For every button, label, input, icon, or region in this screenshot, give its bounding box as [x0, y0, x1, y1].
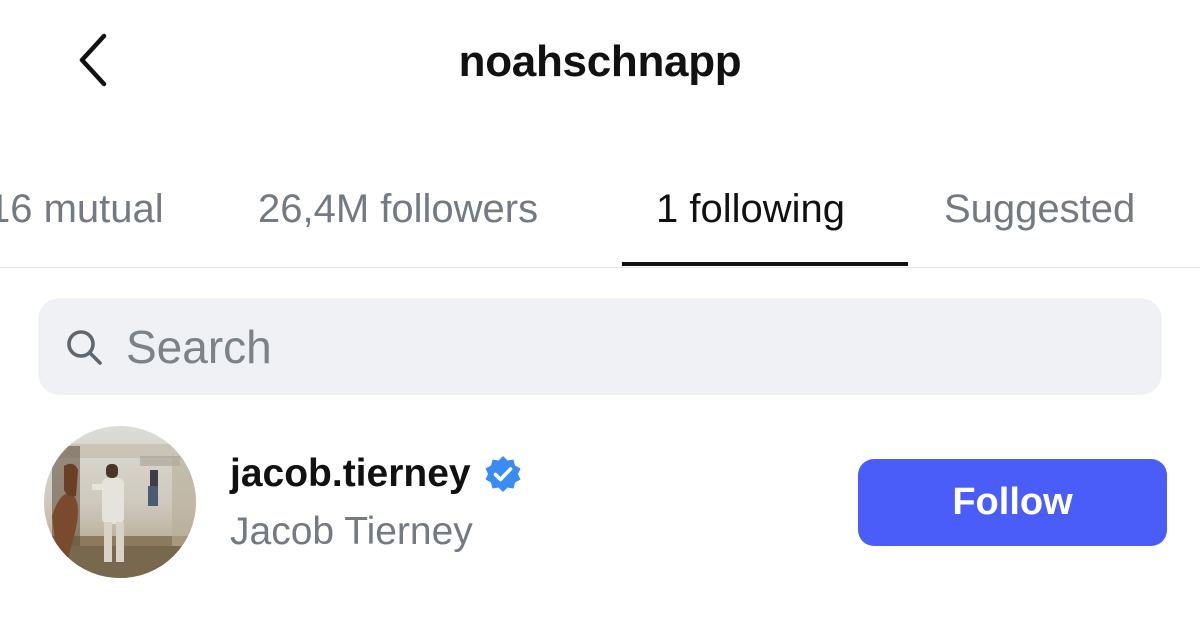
follow-button[interactable]: Follow — [858, 459, 1167, 546]
search-input[interactable] — [126, 319, 1026, 374]
username-line: jacob.tierney — [230, 450, 523, 498]
tab-mutual[interactable]: 16 mutual — [0, 182, 164, 236]
username[interactable]: jacob.tierney — [230, 450, 471, 498]
tab-following[interactable]: 1 following — [656, 182, 845, 236]
verified-badge-icon — [483, 454, 523, 494]
tab-followers[interactable]: 26,4M followers — [258, 182, 538, 236]
tab-suggested[interactable]: Suggested — [944, 182, 1135, 236]
list-item[interactable]: jacob.tierney Jacob Tierney Follow — [0, 420, 1200, 590]
tab-bar: 16 mutual 26,4M followers 1 following Su… — [0, 170, 1200, 268]
top-bar: noahschnapp — [0, 0, 1200, 125]
active-tab-indicator — [622, 262, 908, 266]
search-icon — [64, 327, 104, 367]
full-name: Jacob Tierney — [230, 510, 473, 553]
search-bar[interactable] — [38, 298, 1162, 395]
profile-username-title: noahschnapp — [458, 37, 742, 86]
avatar[interactable] — [44, 426, 196, 578]
